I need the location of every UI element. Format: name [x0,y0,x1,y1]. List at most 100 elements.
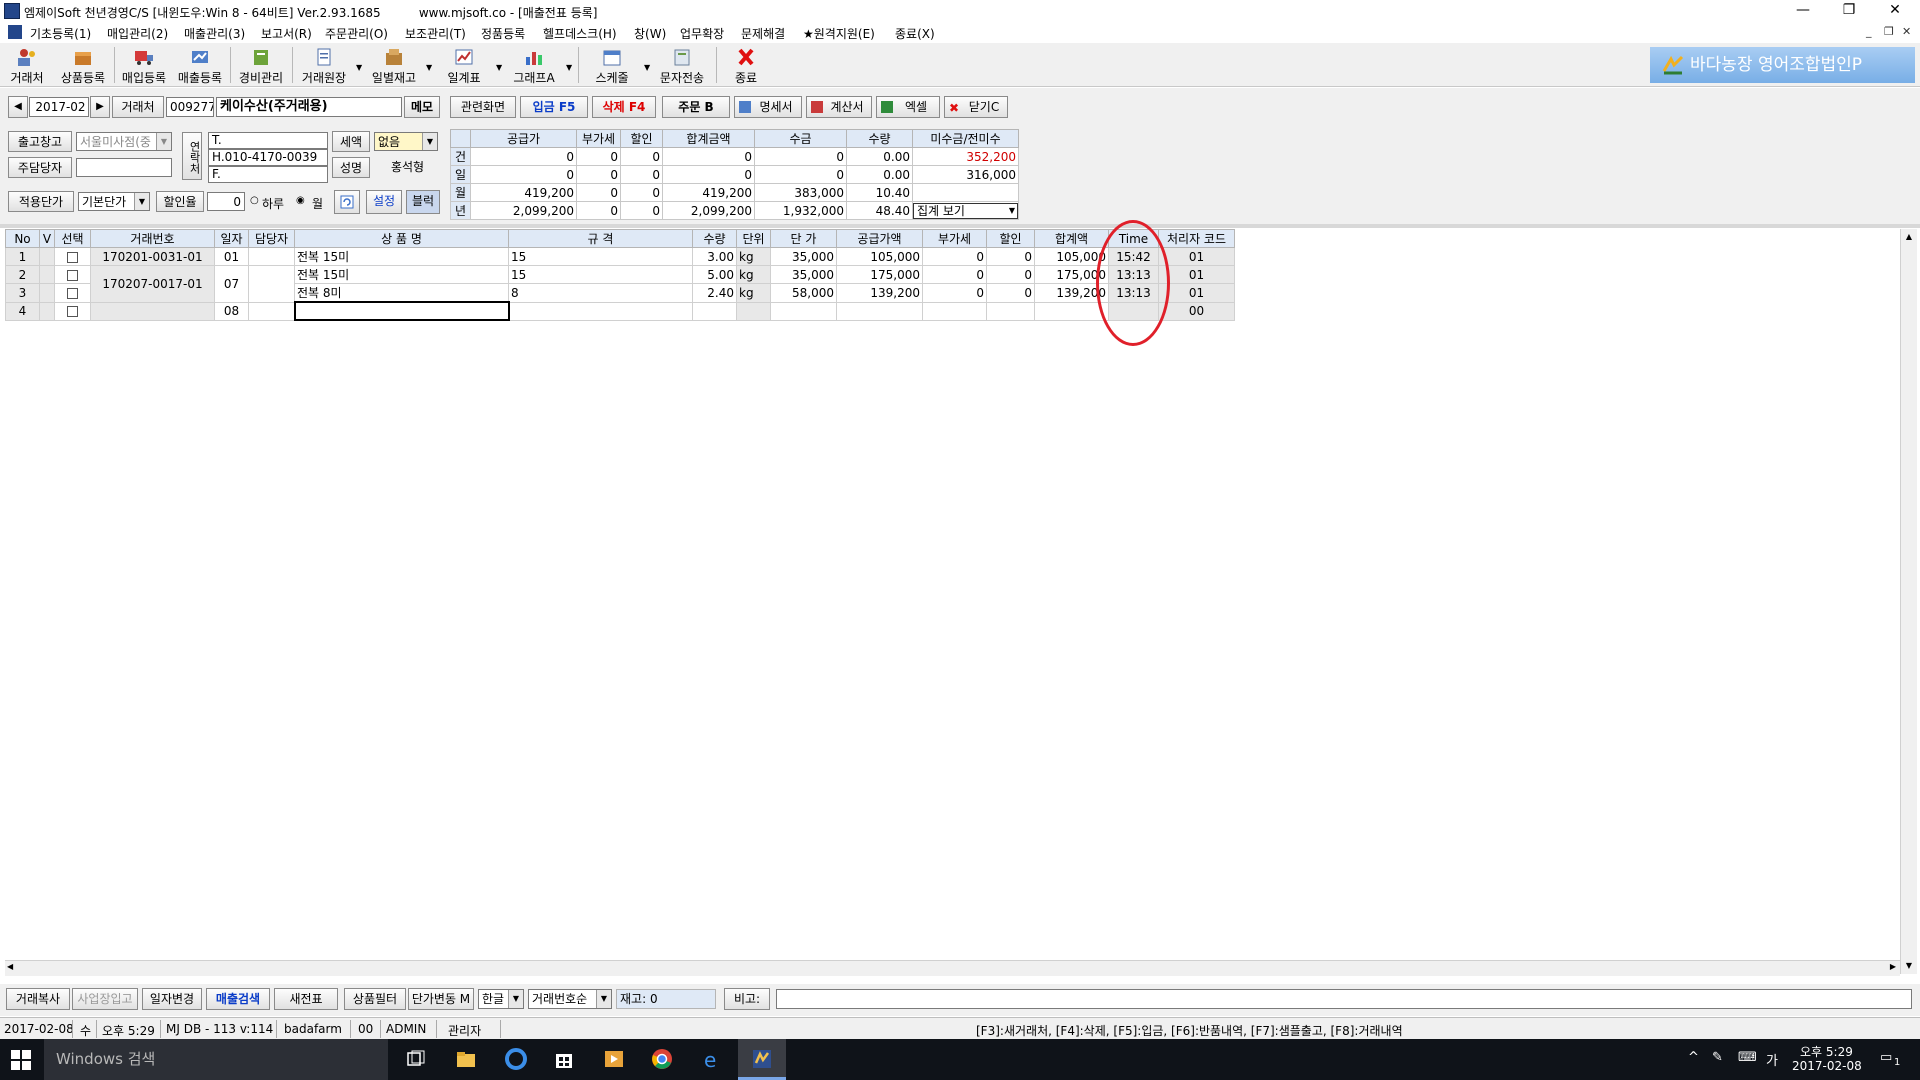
scroll-right-icon[interactable]: ▶ [1890,962,1896,971]
row-supply[interactable]: 105,000 [836,247,923,266]
row-price[interactable]: 35,000 [770,247,837,266]
order-button[interactable]: 주문 B [662,96,730,118]
col-manager[interactable]: 담당자 [248,229,295,248]
phone-fax-field[interactable]: F. [208,166,328,183]
explorer-button[interactable] [442,1039,490,1080]
warehouse-select[interactable]: 서울미사점(중 ▼ [76,132,172,151]
menu-item-window[interactable]: 창(W) [634,25,666,42]
mjsoft-app-button[interactable] [738,1039,786,1080]
mdi-close-button[interactable]: ✕ [1902,25,1911,38]
view-mode-select[interactable]: 집계 보기 ▼ [913,202,1018,219]
col-vat[interactable]: 부가세 [922,229,987,248]
change-date-button[interactable]: 일자변경 [142,988,202,1010]
col-total[interactable]: 합계액 [1034,229,1109,248]
menu-item-helpdesk[interactable]: 헬프데스크(H) [543,25,617,42]
row-spec[interactable] [508,301,693,321]
contact-name-field[interactable]: 홍석형 [374,158,438,177]
phone-mobile-field[interactable]: H.010-4170-0039 [208,149,328,166]
daily-report-dropdown[interactable]: ▼ [496,63,502,72]
row-manager[interactable] [248,301,295,321]
menu-item-license[interactable]: 정품등록 [481,25,525,42]
view-mode-cell[interactable]: 집계 보기 ▼ [912,201,1019,220]
menu-item-basic[interactable]: 기초등록(1) [30,25,91,42]
scroll-left-icon[interactable]: ◀ [7,962,13,971]
col-price[interactable]: 단 가 [770,229,837,248]
mdi-minimize-button[interactable]: _ [1866,25,1872,38]
row-supply[interactable]: 175,000 [836,265,923,284]
delete-button[interactable]: 삭제 F4 [592,96,656,118]
row-checkbox[interactable] [67,287,78,299]
mdi-restore-button[interactable]: ❐ [1884,25,1894,38]
branch-receive-button[interactable]: 사업장입고 [72,988,138,1010]
row-price[interactable]: 35,000 [770,265,837,284]
row-product[interactable]: 전복 15미 [294,247,509,266]
col-unit[interactable]: 단위 [736,229,771,248]
price-change-button[interactable]: 단가변동 M [408,988,474,1010]
row-checkbox[interactable] [67,269,78,281]
invoice-button[interactable]: 계산서 [806,96,872,118]
row-product-active-cell[interactable] [293,301,510,321]
deposit-button[interactable]: 입금 F5 [520,96,588,118]
row-select[interactable] [54,265,91,284]
menu-item-report[interactable]: 보고서(R) [261,25,312,42]
row-discount[interactable]: 0 [986,265,1035,284]
row-supply[interactable] [836,301,923,321]
client-name-field[interactable]: 케이수산(주거래용) [216,97,402,117]
col-trade-no[interactable]: 거래번호 [90,229,215,248]
daily-report-button[interactable]: 일계표 [436,45,492,85]
row-select[interactable] [54,247,91,266]
table-row[interactable]: 1 170201-0031-01 01 전복 15미 15 3.00 kg 35… [5,247,1235,266]
next-month-button[interactable]: ▶ [90,96,110,118]
prev-month-button[interactable]: ◀ [8,96,28,118]
store-button[interactable] [540,1039,588,1080]
menu-item-order[interactable]: 주문관리(O) [325,25,388,42]
schedule-button[interactable]: 스케줄 [584,45,640,85]
restore-button[interactable]: ❐ [1826,0,1872,22]
trade-ledger-button[interactable]: 거래원장 [296,45,352,85]
exit-button[interactable]: 종료 [722,45,770,85]
copy-trade-button[interactable]: 거래복사 [6,988,70,1010]
related-screen-button[interactable]: 관련화면 [450,96,516,118]
row-select[interactable] [54,301,91,321]
windows-start-icon[interactable] [10,1049,32,1071]
refresh-button[interactable] [334,190,360,214]
col-qty[interactable]: 수량 [692,229,737,248]
chrome-button[interactable] [638,1039,686,1080]
price-type-select[interactable]: 기본단가 ▼ [78,192,150,211]
vertical-scrollbar[interactable]: ▲ ▼ [1900,229,1917,974]
col-discount[interactable]: 할인 [986,229,1035,248]
new-slip-button[interactable]: 새전표 [274,988,338,1010]
keyboard-icon[interactable]: ⌨ [1738,1050,1757,1065]
notification-icon[interactable]: ▭ [1880,1050,1892,1065]
purchase-register-button[interactable]: 매입등록 [118,45,170,85]
col-supply[interactable]: 공급가액 [836,229,923,248]
period-field[interactable]: 2017-02 [29,97,89,117]
expense-button[interactable]: 경비관리 [234,45,288,85]
row-spec[interactable]: 15 [508,265,693,284]
col-day[interactable]: 일자 [214,229,249,248]
row-vat[interactable]: 0 [922,283,987,303]
client-label[interactable]: 거래처 [112,96,164,118]
daily-stock-button[interactable]: 일별재고 [366,45,422,85]
row-product[interactable]: 전복 8미 [294,283,509,303]
scroll-up-icon[interactable]: ▲ [1901,229,1917,245]
row-supply[interactable]: 139,200 [836,283,923,303]
row-discount[interactable]: 0 [986,283,1035,303]
sms-button[interactable]: 문자전송 [654,45,710,85]
menu-item-remote[interactable]: ★원격지원(E) [803,25,875,42]
block-button[interactable]: 블럭 [406,190,440,214]
graph-button[interactable]: 그래프A [506,45,562,85]
col-time[interactable]: Time [1108,229,1159,248]
menu-item-purchase[interactable]: 매입관리(2) [107,25,168,42]
graph-dropdown[interactable]: ▼ [566,63,572,72]
excel-button[interactable]: 엑셀 [876,96,940,118]
scroll-down-icon[interactable]: ▼ [1901,958,1917,974]
menu-item-troubleshoot[interactable]: 문제해결 [741,25,785,42]
settings-button[interactable]: 설정 [366,190,402,214]
phone-tel-field[interactable]: T. [208,132,328,149]
row-spec[interactable]: 8 [508,283,693,303]
minimize-button[interactable]: — [1780,0,1826,22]
task-view-button[interactable] [392,1039,440,1080]
schedule-dropdown[interactable]: ▼ [644,63,650,72]
table-row[interactable]: 2 170207-0017-01 07 전복 15미 15 5.00 kg 35… [5,265,1235,303]
